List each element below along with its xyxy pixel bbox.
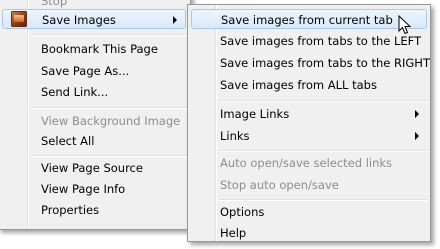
submenu-item-save-current-tab[interactable]: Save images from current tab bbox=[191, 9, 427, 29]
menu-item-properties[interactable]: Properties bbox=[2, 200, 186, 220]
submenu-item-image-links[interactable]: Image Links bbox=[191, 104, 427, 124]
menu-item-label: Select All bbox=[41, 134, 95, 148]
menu-item-label: Save images from tabs to the RIGHT bbox=[220, 56, 430, 70]
menu-item-label: Save images from ALL tabs bbox=[220, 78, 377, 92]
menu-item-bookmark-this-page[interactable]: Bookmark This Page bbox=[2, 39, 186, 59]
menu-item-label: Save Images bbox=[42, 13, 116, 27]
menu-item-save-images[interactable]: Save Images bbox=[2, 9, 186, 29]
submenu-item-auto-open-save: Auto open/save selected links bbox=[191, 153, 427, 173]
menu-item-label: Stop auto open/save bbox=[220, 178, 339, 192]
menu-separator bbox=[31, 155, 187, 157]
submenu-item-options[interactable]: Options bbox=[191, 202, 427, 222]
submenu-item-stop-auto-open-save: Stop auto open/save bbox=[191, 175, 427, 195]
mouse-pointer-icon bbox=[398, 15, 412, 35]
menu-item-label: View Page Source bbox=[41, 161, 143, 175]
menu-item-label: Help bbox=[220, 226, 247, 240]
menu-item-label: View Page Info bbox=[41, 182, 126, 196]
context-menu: Stop Save Images Bookmark This Page Save… bbox=[0, 0, 191, 230]
menu-item-view-page-info[interactable]: View Page Info bbox=[2, 179, 186, 199]
submenu-item-help[interactable]: Help bbox=[191, 223, 427, 243]
menu-item-label: Bookmark This Page bbox=[41, 42, 158, 56]
menu-separator bbox=[31, 34, 187, 36]
submenu-item-save-all-tabs[interactable]: Save images from ALL tabs bbox=[191, 75, 427, 95]
submenu-item-save-tabs-right[interactable]: Save images from tabs to the RIGHT bbox=[191, 53, 430, 73]
menu-item-label: Properties bbox=[41, 203, 100, 217]
menu-item-send-link[interactable]: Send Link... bbox=[2, 82, 186, 102]
menu-item-select-all[interactable]: Select All bbox=[2, 131, 186, 151]
menu-item-save-page-as[interactable]: Save Page As... bbox=[2, 61, 186, 81]
menu-separator bbox=[219, 150, 427, 152]
menu-separator bbox=[219, 100, 427, 102]
menu-item-label: Save Page As... bbox=[41, 64, 130, 78]
submenu-arrow-icon bbox=[415, 110, 419, 118]
menu-separator bbox=[219, 199, 427, 201]
menu-item-label: Save images from tabs to the LEFT bbox=[220, 34, 422, 48]
menu-item-view-background-image: View Background Image bbox=[2, 111, 186, 131]
menu-item-label: Save images from current tab bbox=[221, 13, 393, 27]
menu-item-label: Options bbox=[220, 205, 265, 219]
submenu-arrow-icon bbox=[415, 132, 419, 140]
menu-item-label: Image Links bbox=[220, 107, 290, 121]
submenu-item-links[interactable]: Links bbox=[191, 126, 427, 146]
menu-item-label: View Background Image bbox=[41, 114, 181, 128]
menu-item-label: Send Link... bbox=[41, 85, 109, 99]
menu-separator bbox=[31, 107, 187, 109]
menu-item-view-page-source[interactable]: View Page Source bbox=[2, 158, 186, 178]
save-images-icon bbox=[11, 11, 27, 27]
submenu-arrow-icon bbox=[173, 16, 177, 24]
menu-item-label: Links bbox=[220, 129, 250, 143]
submenu-item-save-tabs-left[interactable]: Save images from tabs to the LEFT bbox=[191, 31, 427, 51]
menu-item-label: Auto open/save selected links bbox=[220, 156, 393, 170]
save-images-submenu: Save images from current tab Save images… bbox=[187, 4, 431, 242]
